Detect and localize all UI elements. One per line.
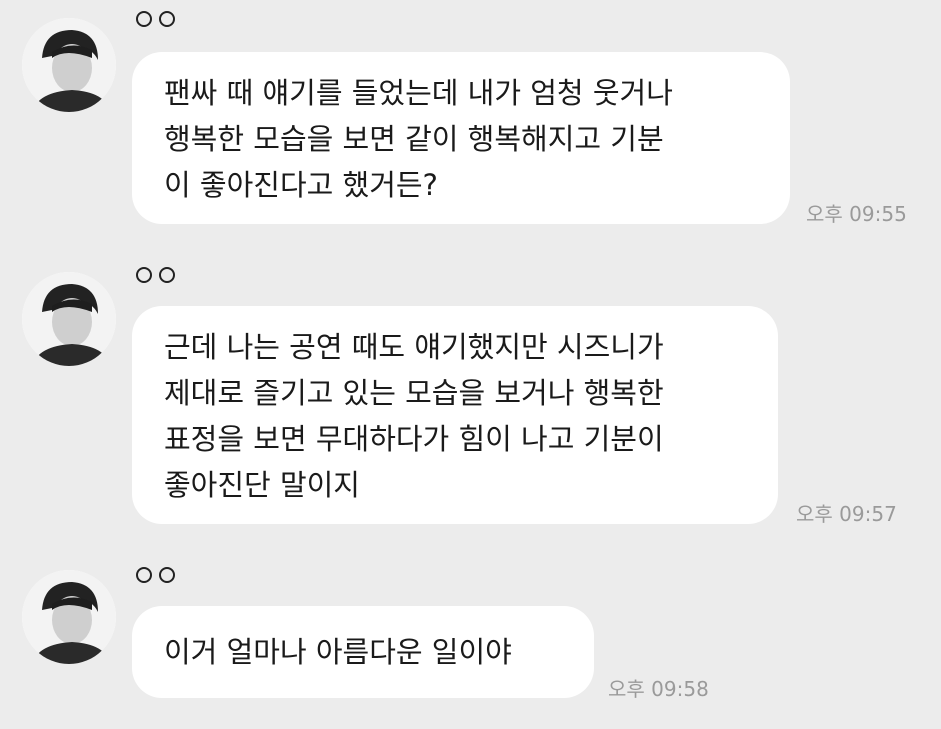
circle-icon [159, 11, 175, 27]
message-line: 제대로 즐기고 있는 모습을 보거나 행복한 [164, 376, 664, 410]
circle-icon [136, 11, 152, 27]
profile-photo-icon [22, 272, 116, 366]
circle-icon [159, 267, 175, 283]
profile-photo-icon [22, 18, 116, 112]
message-bubble: 이거 얼마나 아름다운 일이야 [132, 606, 594, 698]
message-line: 표정을 보면 무대하다가 힘이 나고 기분이 [164, 422, 664, 456]
message-line: 팬싸 때 얘기를 들었는데 내가 엄청 웃거나 [164, 76, 673, 110]
message-timestamp: 오후 09:58 [608, 677, 709, 701]
message-line: 행복한 모습을 보면 같이 행복해지고 기분 [164, 122, 664, 156]
message-bubble: 팬싸 때 얘기를 들었는데 내가 엄청 웃거나 행복한 모습을 보면 같이 행복… [132, 52, 790, 224]
profile-photo-icon [22, 570, 116, 664]
circle-icon [159, 567, 175, 583]
message-line: 이거 얼마나 아름다운 일이야 [164, 635, 512, 669]
circle-icon [136, 567, 152, 583]
sender-name [136, 566, 182, 588]
message-line: 근데 나는 공연 때도 얘기했지만 시즈니가 [164, 330, 664, 364]
message-timestamp: 오후 09:55 [806, 202, 907, 226]
message-timestamp: 오후 09:57 [796, 502, 897, 526]
message-line: 이 좋아진다고 했거든? [164, 168, 438, 202]
message-bubble: 근데 나는 공연 때도 얘기했지만 시즈니가 제대로 즐기고 있는 모습을 보거… [132, 306, 778, 524]
sender-name [136, 266, 182, 288]
circle-icon [136, 267, 152, 283]
sender-name [136, 10, 182, 32]
avatar[interactable] [22, 272, 116, 366]
message-line: 좋아진단 말이지 [164, 468, 360, 502]
avatar[interactable] [22, 18, 116, 112]
avatar[interactable] [22, 570, 116, 664]
